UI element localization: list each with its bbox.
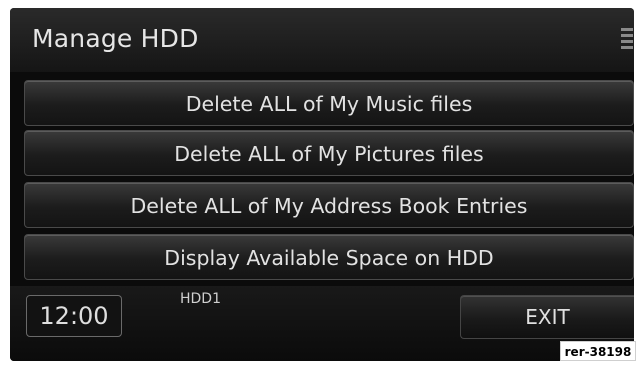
clock-display[interactable]: 12:00	[26, 295, 122, 337]
display-available-space-button[interactable]: Display Available Space on HDD	[24, 234, 634, 280]
hdd-stack-icon	[621, 28, 633, 49]
source-label: HDD1	[180, 291, 221, 307]
page-title: Manage HDD	[32, 24, 199, 53]
reference-tag: rer-38198	[560, 341, 636, 361]
delete-address-book-button[interactable]: Delete ALL of My Address Book Entries	[24, 182, 634, 228]
delete-music-button[interactable]: Delete ALL of My Music files	[24, 80, 634, 126]
delete-pictures-button[interactable]: Delete ALL of My Pictures files	[24, 130, 634, 176]
screen: Manage HDD Delete ALL of My Music files …	[10, 8, 634, 361]
title-bar: Manage HDD	[10, 8, 634, 72]
exit-button[interactable]: EXIT	[460, 295, 634, 339]
